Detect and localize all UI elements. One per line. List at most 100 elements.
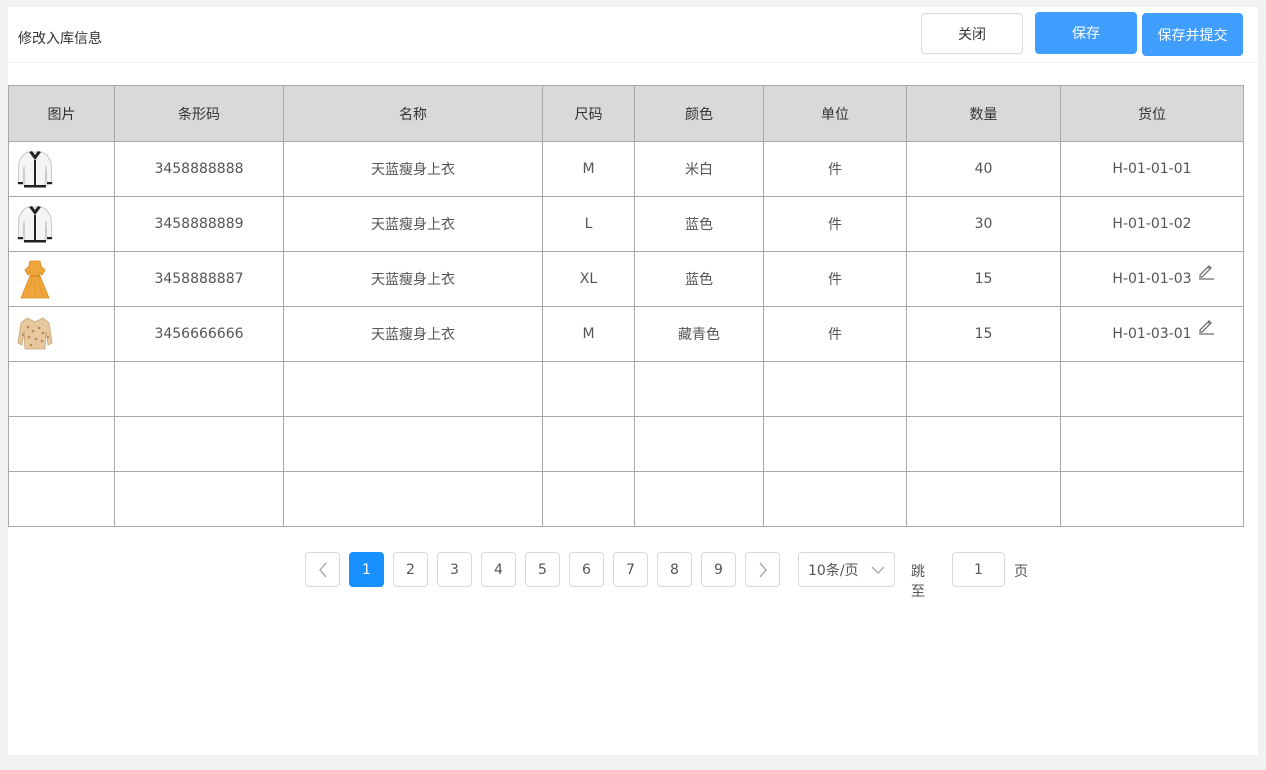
page-title: 修改入库信息 [18,31,102,47]
product-thumbnail [17,206,53,243]
qty-cell-text: 15 [974,271,993,287]
unit-cell-text: 件 [828,162,842,178]
table-row: 3456666666 天蓝瘦身上衣 M 藏青色 件 15 H-01-03-01 [8,306,1244,362]
table-row: 3458888887 天蓝瘦身上衣 XL 蓝色 件 15 H-01-01-03 [8,251,1244,307]
prev-page-button[interactable] [305,552,340,587]
page-button-4[interactable]: 4 [481,552,516,587]
size-cell-text: M [582,326,595,342]
page-button-3[interactable]: 3 [437,552,472,587]
location-cell-text: H-01-03-01 [1112,326,1192,342]
qty-cell-text: 40 [974,161,993,177]
chevron-down-icon [871,566,885,574]
color-cell-text: 藏青色 [678,327,720,343]
empty-cell [906,361,1061,417]
color-cell: 蓝色 [634,251,764,307]
name-cell: 天蓝瘦身上衣 [283,251,543,307]
qty-cell: 15 [906,251,1061,307]
unit-cell-text: 件 [828,217,842,233]
color-cell-text: 蓝色 [685,217,713,233]
location-cell[interactable]: H-01-01-03 [1060,251,1244,307]
save-button[interactable]: 保存 [1035,12,1137,54]
page-button-9[interactable]: 9 [701,552,736,587]
save-and-submit-button[interactable]: 保存并提交 [1142,13,1243,56]
qty-cell: 15 [906,306,1061,362]
product-thumbnail [17,317,53,350]
empty-cell [542,416,635,472]
empty-cell [542,361,635,417]
color-cell-text: 蓝色 [685,272,713,288]
product-image-cell [8,306,115,362]
product-image-cell [8,141,115,197]
location-cell: H-01-01-02 [1060,196,1244,252]
jump-label: 跳至 [911,564,925,600]
location-cell[interactable]: H-01-03-01 [1060,306,1244,362]
qty-cell: 30 [906,196,1061,252]
pencil-icon[interactable] [1197,262,1215,280]
close-button[interactable]: 关闭 [921,13,1023,54]
page-button-1[interactable]: 1 [349,552,384,587]
page-button-5[interactable]: 5 [525,552,560,587]
color-cell: 蓝色 [634,196,764,252]
empty-cell [283,416,543,472]
location-cell: H-01-01-01 [1060,141,1244,197]
empty-cell [763,361,907,417]
page-button-6[interactable]: 6 [569,552,604,587]
chevron-right-icon [758,562,767,577]
empty-cell [634,361,764,417]
barcode-cell: 3456666666 [114,306,284,362]
empty-cell [114,361,284,417]
name-cell: 天蓝瘦身上衣 [283,196,543,252]
size-cell-text: XL [579,271,598,287]
location-cell-text: H-01-01-03 [1112,271,1192,287]
column-header: 颜色 [634,85,764,142]
main-panel: 修改入库信息 关闭 保存 保存并提交 图片 条形码 名称 尺码 颜色 单位 数量 货位 345… [8,7,1258,755]
empty-cell [114,416,284,472]
column-header: 名称 [283,85,543,142]
unit-cell: 件 [763,251,907,307]
size-cell: M [542,141,635,197]
page-button-7[interactable]: 7 [613,552,648,587]
empty-cell [1060,471,1244,527]
empty-table-row [8,416,1244,472]
empty-cell [1060,361,1244,417]
table-row: 3458888888 天蓝瘦身上衣 M 米白 件 40 H-01-01-01 [8,141,1244,197]
column-header: 尺码 [542,85,635,142]
name-cell: 天蓝瘦身上衣 [283,141,543,197]
page-button-8[interactable]: 8 [657,552,692,587]
name-cell-text: 天蓝瘦身上衣 [371,272,455,288]
product-image-cell [8,251,115,307]
size-cell: L [542,196,635,252]
barcode-cell: 3458888889 [114,196,284,252]
name-cell-text: 天蓝瘦身上衣 [371,327,455,343]
barcode-cell-text: 3458888888 [154,161,244,177]
jump-page-input[interactable] [952,552,1005,587]
product-thumbnail [17,151,53,188]
pencil-icon[interactable] [1197,317,1215,335]
size-cell: M [542,306,635,362]
page-suffix-label: 页 [1014,564,1028,580]
empty-cell [283,471,543,527]
page-size-value: 10条/页 [808,562,859,579]
name-cell: 天蓝瘦身上衣 [283,306,543,362]
column-header: 条形码 [114,85,284,142]
empty-cell [8,416,115,472]
table-header-row: 图片 条形码 名称 尺码 颜色 单位 数量 货位 [8,85,1244,142]
empty-cell [906,416,1061,472]
color-cell: 米白 [634,141,764,197]
next-page-button[interactable] [745,552,780,587]
table-body: 3458888888 天蓝瘦身上衣 M 米白件 40 H-01-01-01 34588888… [8,141,1244,527]
color-cell-text: 米白 [685,162,713,178]
barcode-cell-text: 3458888887 [154,271,244,287]
empty-cell [8,361,115,417]
empty-cell [8,471,115,527]
barcode-cell: 3458888887 [114,251,284,307]
page-size-select[interactable]: 10条/页 [798,552,895,587]
product-thumbnail [20,260,50,299]
name-cell-text: 天蓝瘦身上衣 [371,162,455,178]
unit-cell-text: 件 [828,327,842,343]
name-cell-text: 天蓝瘦身上衣 [371,217,455,233]
page-button-2[interactable]: 2 [393,552,428,587]
table-row: 3458888889 天蓝瘦身上衣 L 蓝色 件 30 H-01-01-02 [8,196,1244,252]
empty-table-row [8,361,1244,417]
empty-cell [283,361,543,417]
